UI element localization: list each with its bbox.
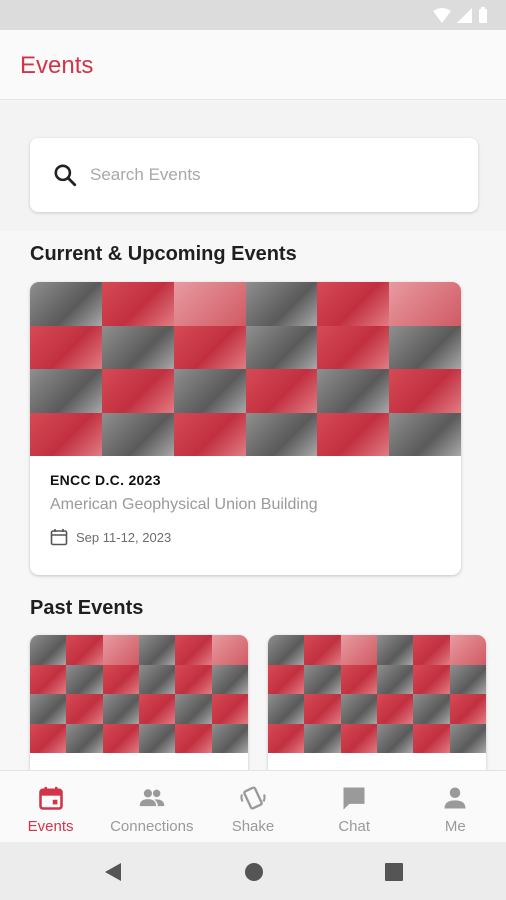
home-icon[interactable] <box>242 860 266 884</box>
system-nav-bar <box>0 842 506 900</box>
page-title: Events <box>20 52 94 79</box>
nav-item-shake[interactable]: Shake <box>202 771 303 843</box>
past-event-card[interactable] <box>30 635 248 785</box>
battery-icon <box>479 7 487 23</box>
wifi-icon <box>433 7 451 23</box>
nav-item-connections[interactable]: Connections <box>101 771 202 843</box>
shake-phone-icon <box>240 786 266 810</box>
section-title-current: Current & Upcoming Events <box>30 243 297 265</box>
past-event-card[interactable] <box>268 635 486 785</box>
nav-item-me[interactable]: Me <box>405 771 506 843</box>
nav-label-connections: Connections <box>110 818 194 835</box>
nav-label-me: Me <box>444 818 466 835</box>
event-venue: American Geophysical Union Building <box>50 496 318 513</box>
person-icon <box>444 787 466 809</box>
signal-icon <box>457 7 472 23</box>
search-icon <box>54 164 77 187</box>
past-event-banner-image <box>268 635 486 753</box>
calendar-icon <box>38 786 63 810</box>
people-icon <box>139 789 165 807</box>
chat-icon <box>343 787 365 810</box>
event-date: Sep 11-12, 2023 <box>76 529 172 545</box>
nav-label-shake: Shake <box>231 818 275 835</box>
search-bar[interactable] <box>30 138 478 212</box>
past-event-banner-image <box>30 635 248 753</box>
nav-label-chat: Chat <box>338 818 370 835</box>
section-title-past: Past Events <box>30 597 144 619</box>
nav-item-events[interactable]: Events <box>0 771 101 843</box>
event-card[interactable]: ENCC D.C. 2023 American Geophysical Unio… <box>30 282 461 575</box>
bottom-nav: Events Connections Shake Chat Me <box>0 770 506 842</box>
event-name: ENCC D.C. 2023 <box>50 472 161 488</box>
search-section <box>0 101 506 231</box>
recents-icon[interactable] <box>382 860 406 884</box>
nav-item-chat[interactable]: Chat <box>304 771 405 843</box>
search-input[interactable] <box>90 138 460 212</box>
app-bar: Events <box>0 30 506 100</box>
nav-label-events: Events <box>27 818 74 835</box>
event-date-row: Sep 11-12, 2023 <box>50 528 171 546</box>
calendar-icon <box>50 529 68 546</box>
event-banner-image <box>30 282 461 456</box>
back-icon[interactable] <box>101 860 125 884</box>
status-bar <box>0 0 506 30</box>
